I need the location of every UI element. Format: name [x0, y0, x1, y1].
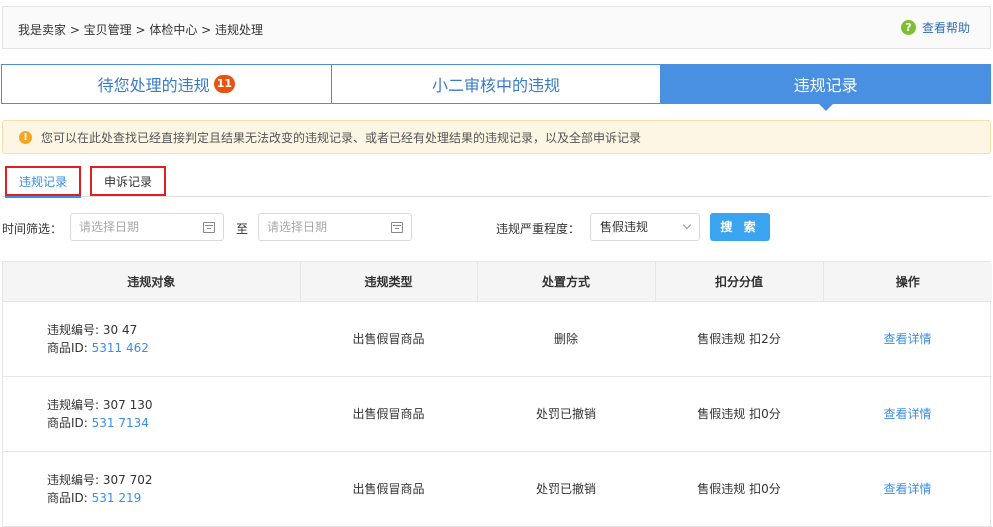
view-details-link[interactable]: 查看详情: [883, 407, 931, 421]
calendar-icon[interactable]: [203, 222, 215, 233]
disposal-cell: 删除: [553, 332, 578, 346]
header-violation-type: 违规类型: [300, 262, 478, 302]
violation-number: 违规编号: 307 130: [47, 396, 300, 414]
item-id-label: 商品ID:: [47, 340, 92, 355]
calendar-icon[interactable]: [391, 222, 403, 233]
severity-value: 售假违规: [600, 220, 649, 234]
violation-number: 违规编号: 30 47: [47, 321, 300, 339]
operation-cell: 查看详情: [823, 301, 992, 376]
header-disposal: 处置方式: [477, 262, 656, 302]
violation-number-value: 30 47: [102, 322, 138, 337]
header-score: 扣分分值: [655, 262, 824, 302]
tab-pending-violations[interactable]: 待您处理的违规 11: [2, 65, 332, 103]
score-cell: 售假违规 扣0分: [697, 407, 781, 421]
tab-label: 违规记录: [793, 76, 858, 95]
main-tabs: 待您处理的违规 11 小二审核中的违规 违规记录: [1, 64, 991, 111]
view-details-link[interactable]: 查看详情: [883, 332, 931, 346]
score-cell: 售假违规 扣2分: [697, 332, 781, 346]
violation-table: 违规对象 违规类型 处置方式 扣分分值 操作 违规编号: 30 47 商品ID:…: [2, 261, 992, 527]
item-id: 商品ID: 531 7134: [47, 414, 300, 432]
filter-bar: 时间筛选： 至 违规严重程度： 售假违规 搜 索: [2, 212, 991, 242]
table-row: 违规编号: 307 130 商品ID: 531 7134 出售假冒商品 处罚已撤…: [3, 376, 992, 451]
violation-number-value: 307 130: [102, 397, 153, 412]
item-id: 商品ID: 531 219: [47, 489, 300, 507]
help-label: 查看帮助: [921, 21, 970, 35]
start-date-field[interactable]: [70, 213, 224, 241]
subtab-appeal-records[interactable]: 申诉记录: [90, 166, 166, 196]
search-button[interactable]: 搜 索: [710, 213, 770, 241]
item-id-label: 商品ID:: [47, 490, 92, 505]
to-label: 至: [236, 222, 249, 236]
help-link[interactable]: ? 查看帮助: [900, 19, 970, 36]
violation-number-label: 违规编号:: [47, 472, 103, 487]
header-operation: 操作: [823, 262, 992, 302]
active-tab-pointer: [817, 103, 834, 111]
violation-object-cell: 违规编号: 30 47 商品ID: 5311 462: [3, 301, 300, 376]
notice-text: 您可以在此处查找已经直接判定且结果无法改变的违规记录、或者已经有处理结果的违规记…: [41, 130, 642, 145]
breadcrumb: 我是卖家 > 宝贝管理 > 体检中心 > 违规处理: [18, 23, 264, 37]
warning-icon: !: [19, 130, 32, 144]
table-header-row: 违规对象 违规类型 处置方式 扣分分值 操作: [3, 262, 992, 302]
sub-tabs: 违规记录 申诉记录: [2, 166, 991, 198]
end-date-input[interactable]: [267, 215, 387, 239]
pending-count-badge: 11: [213, 75, 235, 93]
disposal-cell: 处罚已撤销: [535, 407, 596, 421]
tab-label: 待您处理的违规: [97, 76, 210, 95]
violation-number: 违规编号: 307 702: [47, 471, 300, 489]
subtab-label: 申诉记录: [103, 175, 152, 189]
severity-label: 违规严重程度：: [496, 222, 581, 236]
violation-type-cell: 出售假冒商品: [352, 407, 425, 421]
tab-violation-records[interactable]: 违规记录: [661, 65, 991, 111]
time-filter-label: 时间筛选：: [2, 222, 63, 236]
table-row: 违规编号: 307 702 商品ID: 531 219 出售假冒商品 处罚已撤销…: [3, 451, 992, 526]
tab-label: 小二审核中的违规: [432, 76, 561, 95]
violation-object-cell: 违规编号: 307 130 商品ID: 531 7134: [3, 376, 300, 451]
view-details-link[interactable]: 查看详情: [883, 482, 931, 496]
violation-number-label: 违规编号:: [47, 322, 103, 337]
disposal-cell: 处罚已撤销: [535, 482, 596, 496]
item-id-link[interactable]: 5311 462: [92, 341, 149, 355]
violation-number-value: 307 702: [102, 472, 153, 487]
end-date-field[interactable]: [258, 213, 412, 241]
item-id-label: 商品ID:: [47, 415, 92, 430]
violation-type-cell: 出售假冒商品: [352, 332, 425, 346]
header-violation-object: 违规对象: [3, 262, 301, 302]
subtab-label: 违规记录: [18, 175, 67, 189]
subtab-violation-records[interactable]: 违规记录: [5, 166, 81, 198]
active-underline: [5, 196, 81, 198]
info-notice: ! 您可以在此处查找已经直接判定且结果无法改变的违规记录、或者已经有处理结果的违…: [2, 120, 991, 154]
item-id-link[interactable]: 531 7134: [92, 416, 149, 430]
operation-cell: 查看详情: [823, 376, 992, 451]
violation-type-cell: 出售假冒商品: [352, 482, 425, 496]
operation-cell: 查看详情: [823, 451, 992, 526]
violation-object-cell: 违规编号: 307 702 商品ID: 531 219: [3, 451, 300, 526]
question-icon: ?: [900, 20, 916, 35]
table-row: 违规编号: 30 47 商品ID: 5311 462 出售假冒商品 删除 售假违…: [3, 301, 992, 376]
violation-number-label: 违规编号:: [47, 397, 103, 412]
item-id: 商品ID: 5311 462: [47, 339, 300, 357]
start-date-input[interactable]: [79, 215, 199, 239]
chevron-down-icon: [682, 220, 692, 230]
score-cell: 售假违规 扣0分: [697, 482, 781, 496]
breadcrumb-bar: 我是卖家 > 宝贝管理 > 体检中心 > 违规处理 ? 查看帮助: [2, 6, 991, 49]
severity-select[interactable]: 售假违规: [590, 213, 700, 241]
tab-under-review[interactable]: 小二审核中的违规: [331, 65, 662, 103]
item-id-link[interactable]: 531 219: [92, 491, 142, 505]
